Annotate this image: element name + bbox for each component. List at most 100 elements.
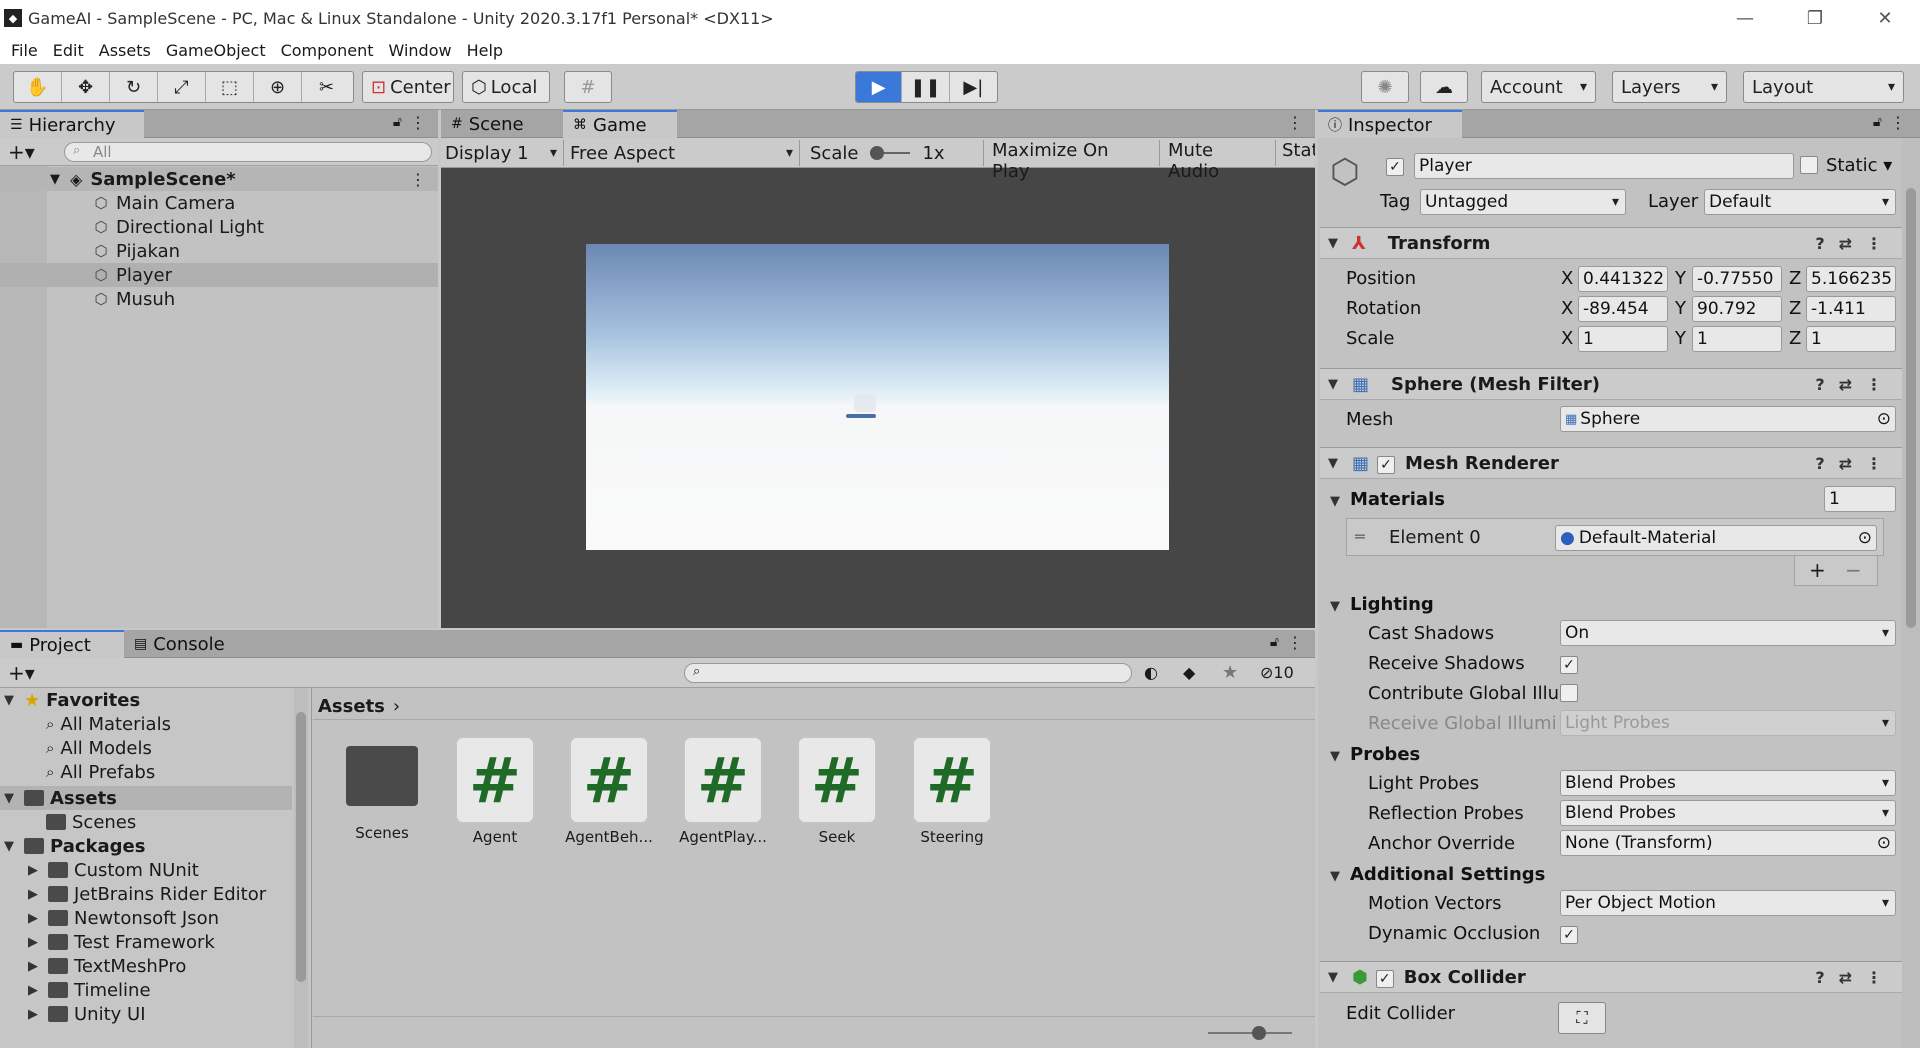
- asset-script[interactable]: # Seek: [782, 736, 892, 846]
- expand-icon[interactable]: ▼: [1328, 970, 1338, 985]
- expand-icon[interactable]: ▼: [4, 839, 14, 854]
- enabled-checkbox[interactable]: ✓: [1377, 453, 1396, 474]
- expand-icon[interactable]: ▼: [1328, 377, 1338, 392]
- collab-button[interactable]: ✺: [1361, 71, 1409, 103]
- menu-component[interactable]: Component: [274, 41, 382, 60]
- scene-row[interactable]: ▼ ◈ SampleScene* ⋮: [0, 167, 438, 191]
- package-row[interactable]: ▶ TextMeshPro: [28, 954, 186, 978]
- tab-project[interactable]: ▬ Project: [0, 630, 124, 658]
- component-menu-icon[interactable]: ⋮: [1866, 454, 1882, 473]
- hierarchy-item-selected[interactable]: ⬡ Player: [0, 263, 438, 287]
- packages-row[interactable]: ▼ Packages: [4, 834, 145, 858]
- minimize-icon[interactable]: —: [1710, 0, 1780, 36]
- more-icon[interactable]: ⋮: [1287, 633, 1303, 652]
- asset-script[interactable]: # Agent: [440, 736, 550, 846]
- tab-console[interactable]: ▤ Console: [124, 630, 244, 658]
- asset-folder[interactable]: Scenes: [327, 736, 437, 842]
- package-row[interactable]: ▶ Timeline: [28, 978, 151, 1002]
- project-search-input[interactable]: ⌕: [684, 663, 1132, 683]
- rect-tool-icon[interactable]: ⬚: [206, 72, 254, 102]
- help-icon[interactable]: ?: [1815, 968, 1824, 987]
- edit-collider-button[interactable]: ⛶: [1558, 1002, 1606, 1034]
- pause-icon[interactable]: ❚❚: [902, 72, 950, 102]
- scale-slider[interactable]: Scale 1x: [799, 140, 965, 166]
- collapse-icon[interactable]: ▶: [28, 887, 38, 902]
- transform-tool-icon[interactable]: ⊕: [254, 72, 302, 102]
- preset-icon[interactable]: ⇄: [1839, 234, 1852, 253]
- restore-icon[interactable]: ❐: [1780, 0, 1850, 36]
- mesh-renderer-header[interactable]: ▼ ▦ ✓ Mesh Renderer ? ⇄ ⋮: [1320, 447, 1902, 479]
- scale-x-field[interactable]: 1: [1578, 326, 1668, 352]
- probes-foldout[interactable]: ▼ Probes: [1330, 744, 1420, 765]
- materials-count-field[interactable]: 1: [1824, 486, 1896, 512]
- menu-window[interactable]: Window: [381, 41, 459, 60]
- slider-thumb[interactable]: [1252, 1026, 1266, 1040]
- layout-dropdown[interactable]: Layout: [1743, 71, 1904, 103]
- assets-row[interactable]: ▼ Assets: [0, 786, 292, 810]
- add-element-icon[interactable]: +: [1809, 558, 1826, 582]
- hierarchy-item[interactable]: ⬡ Main Camera: [0, 191, 438, 215]
- material-object-field[interactable]: ● Default-Material ⊙: [1555, 525, 1877, 551]
- layer-dropdown[interactable]: Default: [1704, 189, 1896, 215]
- cloud-button[interactable]: ☁: [1420, 71, 1468, 103]
- hand-tool-icon[interactable]: ✋: [14, 72, 62, 102]
- dynamic-occlusion-checkbox[interactable]: ✓: [1560, 924, 1578, 944]
- tag-dropdown[interactable]: Untagged: [1420, 189, 1626, 215]
- transform-header[interactable]: ▼ ⅄ Transform ? ⇄ ⋮: [1320, 227, 1902, 259]
- close-icon[interactable]: ✕: [1850, 0, 1920, 36]
- collapse-icon[interactable]: ▶: [28, 863, 38, 878]
- tab-game[interactable]: ⌘ Game: [563, 110, 677, 138]
- help-icon[interactable]: ?: [1815, 375, 1824, 394]
- tab-inspector[interactable]: ⓘ Inspector: [1318, 110, 1462, 138]
- mesh-object-field[interactable]: ▦ Sphere ⊙: [1560, 406, 1896, 432]
- motion-vectors-dropdown[interactable]: Per Object Motion: [1560, 890, 1896, 916]
- custom-tool-icon[interactable]: ✂: [302, 72, 351, 102]
- scene-menu-icon[interactable]: ⋮: [410, 170, 426, 189]
- hidden-icon[interactable]: ⊘10: [1260, 663, 1294, 682]
- aspect-dropdown[interactable]: Free Aspect: [563, 140, 793, 166]
- receive-shadows-checkbox[interactable]: ✓: [1560, 654, 1578, 674]
- light-probes-dropdown[interactable]: Blend Probes: [1560, 770, 1896, 796]
- grid-snap-button[interactable]: #: [564, 71, 612, 103]
- icon-size-slider[interactable]: [1208, 1026, 1292, 1040]
- reflection-probes-dropdown[interactable]: Blend Probes: [1560, 800, 1896, 826]
- component-menu-icon[interactable]: ⋮: [1866, 968, 1882, 987]
- position-y-field[interactable]: -0.77550: [1692, 266, 1782, 292]
- more-icon[interactable]: ⋮: [410, 113, 426, 132]
- package-row[interactable]: ▶ Test Framework: [28, 930, 215, 954]
- expand-icon[interactable]: ▼: [1328, 236, 1338, 251]
- maximize-on-play-toggle[interactable]: Maximize On Play: [983, 140, 1145, 182]
- expand-icon[interactable]: ▼: [1328, 456, 1338, 471]
- collapse-icon[interactable]: ▶: [28, 911, 38, 926]
- object-picker-icon[interactable]: ⊙: [1877, 833, 1891, 853]
- scale-tool-icon[interactable]: ⤢: [158, 72, 206, 102]
- contribute-gi-checkbox[interactable]: [1560, 684, 1578, 706]
- game-viewport[interactable]: [586, 244, 1169, 550]
- rotation-z-field[interactable]: -1.411: [1806, 296, 1896, 322]
- stats-toggle[interactable]: Stat: [1275, 140, 1315, 166]
- lock-icon[interactable]: 🔓︎: [1873, 114, 1882, 130]
- inspector-scrollbar[interactable]: [1902, 138, 1920, 1048]
- hierarchy-search-input[interactable]: ⌕ All: [64, 142, 432, 162]
- layers-dropdown[interactable]: Layers: [1612, 71, 1727, 103]
- favorite-item[interactable]: ⌕ All Models: [46, 736, 152, 760]
- drag-handle-icon[interactable]: ═: [1355, 527, 1365, 546]
- scale-z-field[interactable]: 1: [1806, 326, 1896, 352]
- asset-script[interactable]: # AgentPlay...: [668, 736, 778, 846]
- rotation-y-field[interactable]: 90.792: [1692, 296, 1782, 322]
- step-icon[interactable]: ▶|: [950, 72, 997, 102]
- preset-icon[interactable]: ⇄: [1839, 454, 1852, 473]
- account-dropdown[interactable]: Account: [1481, 71, 1596, 103]
- add-icon[interactable]: +▾: [8, 661, 35, 685]
- package-row[interactable]: ▶ JetBrains Rider Editor: [28, 882, 266, 906]
- favorite-item[interactable]: ⌕ All Materials: [46, 712, 171, 736]
- lock-icon[interactable]: 🔓︎: [1270, 634, 1279, 650]
- move-tool-icon[interactable]: ✥: [62, 72, 110, 102]
- collapse-icon[interactable]: ▶: [28, 1007, 38, 1022]
- static-dropdown[interactable]: Static ▾: [1826, 155, 1892, 176]
- static-checkbox[interactable]: [1800, 156, 1818, 178]
- cast-shadows-dropdown[interactable]: On: [1560, 620, 1896, 646]
- box-collider-header[interactable]: ▼ ⬢ ✓ Box Collider ? ⇄ ⋮: [1320, 961, 1902, 993]
- mute-audio-toggle[interactable]: Mute Audio: [1159, 140, 1269, 182]
- hierarchy-item[interactable]: ⬡ Pijakan: [0, 239, 438, 263]
